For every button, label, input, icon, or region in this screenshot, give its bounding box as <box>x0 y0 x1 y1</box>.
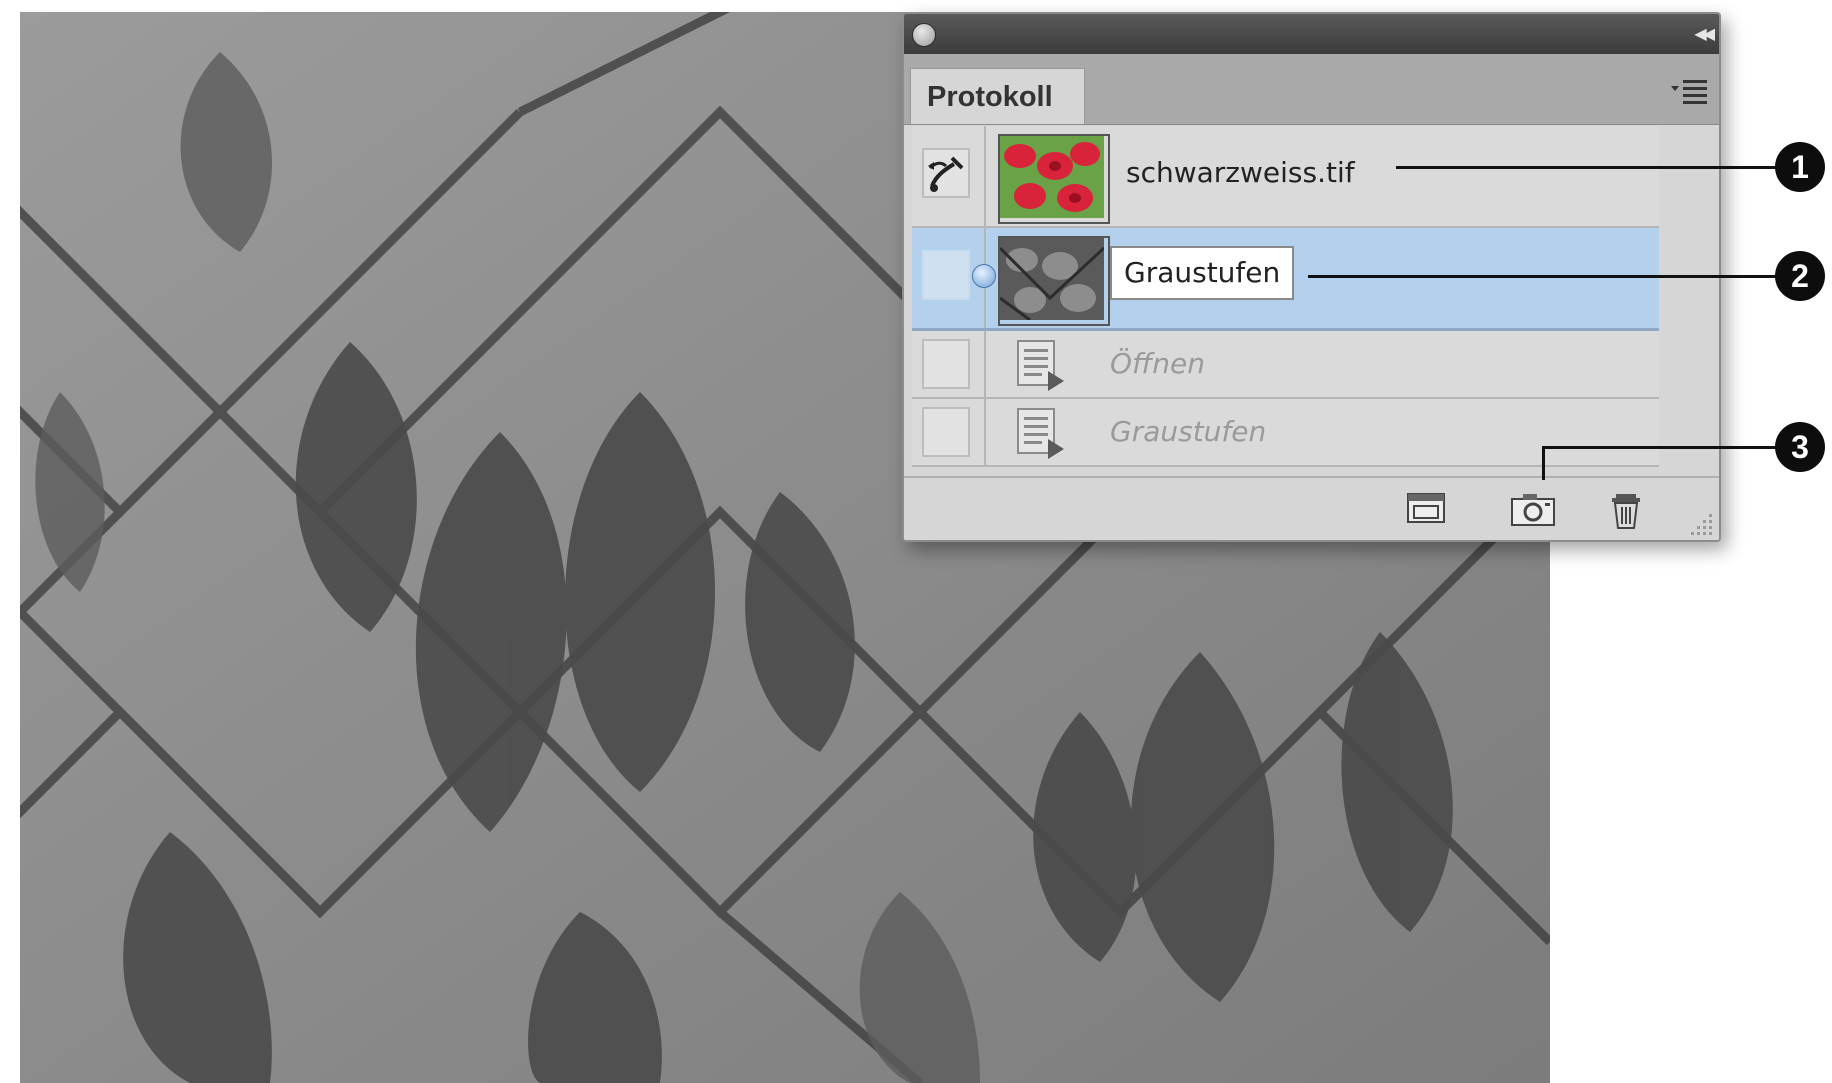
history-step-row[interactable]: Öffnen <box>912 331 1659 399</box>
callout-number: 1 <box>1775 142 1825 192</box>
history-brush-icon <box>928 156 964 192</box>
camera-icon <box>1511 494 1555 526</box>
history-step-row[interactable]: Graustufen <box>912 399 1659 467</box>
history-step-label: Graustufen <box>1110 415 1267 448</box>
history-step-icon <box>1014 405 1070 461</box>
history-step-label: Öffnen <box>1110 347 1205 380</box>
history-step-icon <box>1014 337 1070 393</box>
new-document-icon <box>1407 493 1445 523</box>
history-brush-source-toggle[interactable] <box>922 148 970 198</box>
create-snapshot-button[interactable] <box>1509 490 1555 528</box>
callout-line <box>1542 446 1545 480</box>
row-separator <box>984 126 986 226</box>
snapshot-row-selected[interactable]: Graustufen <box>912 228 1659 331</box>
current-state-marker-icon[interactable] <box>972 264 996 288</box>
grayscale-leaves-thumbnail <box>998 236 1110 326</box>
history-brush-source-toggle[interactable] <box>922 250 970 300</box>
snapshot-row[interactable]: schwarzweiss.tif <box>912 126 1659 228</box>
snapshot-name-input[interactable]: Graustufen <box>1110 246 1295 300</box>
callout-number: 3 <box>1775 422 1825 472</box>
new-document-from-state-button[interactable] <box>1404 490 1448 528</box>
panel-menu-icon[interactable] <box>1669 76 1709 106</box>
callout-line <box>1396 166 1776 169</box>
callout-line <box>1308 275 1778 278</box>
history-brush-source-toggle[interactable] <box>922 339 970 389</box>
callout-line <box>1542 446 1778 449</box>
close-panel-button[interactable] <box>912 23 936 47</box>
panel-footer <box>904 476 1719 540</box>
panel-tabbar: Protokoll <box>904 54 1719 125</box>
collapse-panel-icon[interactable]: ◀◀ <box>1694 24 1715 43</box>
callout-number: 2 <box>1775 251 1825 301</box>
tab-protokoll[interactable]: Protokoll <box>910 68 1085 124</box>
resize-grip-icon[interactable] <box>1687 508 1715 536</box>
row-separator <box>984 399 986 465</box>
history-list: schwarzweiss.tif Graustufen Öffnen Graus… <box>912 126 1659 467</box>
delete-button[interactable] <box>1606 490 1650 529</box>
row-separator <box>984 331 986 397</box>
history-brush-source-toggle[interactable] <box>922 407 970 457</box>
panel-titlebar[interactable]: ◀◀ <box>904 14 1719 54</box>
trash-icon <box>1612 494 1640 529</box>
snapshot-label: schwarzweiss.tif <box>1126 156 1355 189</box>
color-leaves-thumbnail <box>998 134 1110 224</box>
